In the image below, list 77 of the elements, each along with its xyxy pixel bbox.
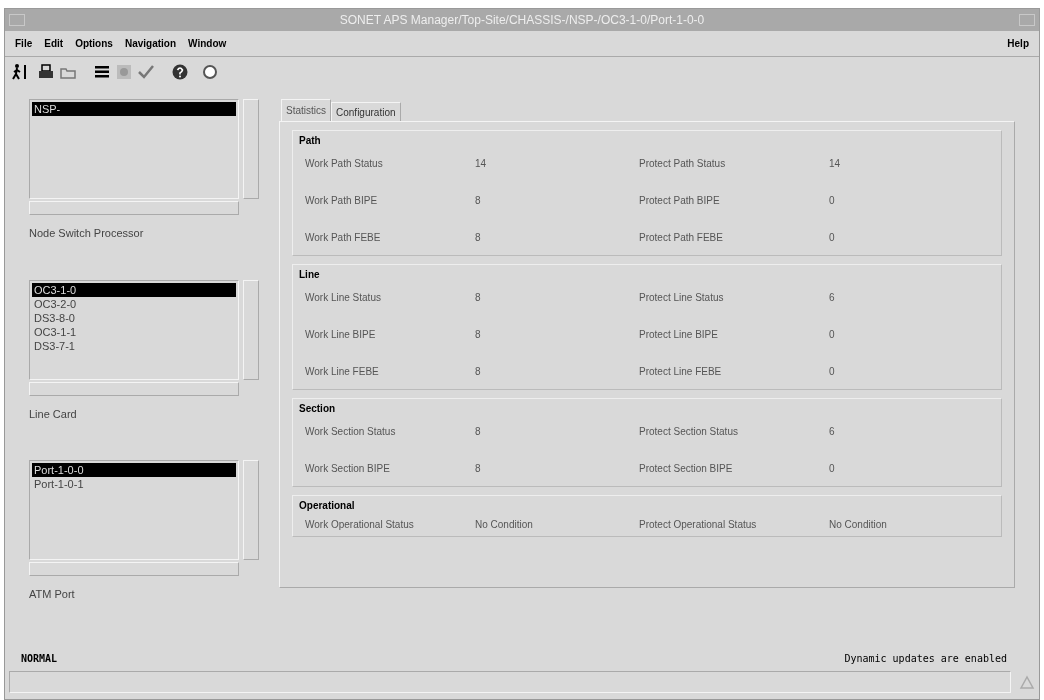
field-value: 0 [829,328,836,342]
field-label: Work Path FEBE [305,231,382,245]
status-mode: NORMAL [21,651,58,666]
list-item[interactable]: Port-1-0-1 [32,477,236,491]
field-label: Protect Path BIPE [639,194,721,208]
field-value: 0 [829,365,836,379]
refresh-icon[interactable] [201,63,219,81]
field-value: 8 [475,425,482,439]
field-value: No Condition [475,518,534,532]
field-label: Work Operational Status [305,518,415,532]
field-value: 8 [475,194,482,208]
list-item[interactable]: OC3-1-1 [32,324,236,339]
field-value: 0 [829,462,836,476]
tab[interactable]: Statistics [281,99,331,121]
field-label: Work Path BIPE [305,194,379,208]
field-value: 6 [829,425,836,439]
field-value: 8 [475,365,482,379]
field-label: Work Section Status [305,425,397,439]
resize-grip-icon[interactable] [1019,674,1035,690]
field-label: Work Section BIPE [305,462,391,476]
menu-item[interactable]: Edit [44,36,64,51]
field-value: 0 [829,194,836,208]
field-label: Protect Section Status [639,425,739,439]
menu-item[interactable]: Window [188,36,227,51]
horizontal-scrollbar[interactable] [29,381,239,396]
printer-icon[interactable] [37,63,55,81]
tab[interactable]: Configuration [331,102,401,121]
field-label: Protect Path FEBE [639,231,724,245]
field-value: 0 [829,231,836,245]
help-menu[interactable]: Help [1007,36,1029,51]
vertical-scrollbar[interactable] [243,99,259,199]
field-label: Work Line FEBE [305,365,380,379]
list-item[interactable]: DS3-7-1 [32,338,236,353]
field-value: 6 [829,291,836,305]
help-icon[interactable] [171,63,189,81]
vertical-scrollbar[interactable] [243,279,259,380]
maximize-button[interactable] [1019,14,1035,26]
list-caption: ATM Port [29,587,76,602]
checkmark-icon[interactable] [137,63,155,81]
window-menu-button[interactable] [9,14,25,26]
field-value: 8 [475,231,482,245]
field-value: No Condition [829,518,888,532]
field-label: Work Line BIPE [305,328,377,342]
field-label: Protect Operational Status [639,518,758,532]
menu-item[interactable]: File [15,36,33,51]
field-label: Protect Section BIPE [639,462,734,476]
window-title: SONET APS Manager/Top-Site/CHASSIS-/NSP-/OC3-1-0/Port-1-0-0 [338,12,706,29]
horizontal-scrollbar[interactable] [29,562,239,576]
walking-person-icon[interactable] [11,63,29,81]
field-value: 14 [475,157,488,171]
field-label: Protect Path Status [639,157,727,171]
field-label: Protect Line Status [639,291,725,305]
section-title: Section [299,402,337,416]
horizontal-scrollbar[interactable] [29,201,239,215]
field-value: 8 [475,291,482,305]
list-item[interactable]: NSP- [32,102,236,116]
status-message: Dynamic updates are enabled [844,651,1007,666]
list-item[interactable]: Port-1-0-0 [32,463,236,477]
menu-item[interactable]: Options [75,36,113,51]
field-value: 8 [475,462,482,476]
section-title: Line [299,268,321,282]
field-label: Protect Line FEBE [639,365,723,379]
list-item[interactable]: DS3-8-0 [32,310,236,325]
section-title: Path [299,134,322,148]
field-label: Work Line Status [305,291,382,305]
list-icon[interactable] [93,63,111,81]
list-caption: Node Switch Processor [29,226,145,241]
vertical-scrollbar[interactable] [243,460,259,560]
list-caption: Line Card [29,406,78,422]
field-label: Protect Line BIPE [639,328,719,342]
menu-item[interactable]: Navigation [124,36,177,51]
field-value: 8 [475,328,482,342]
field-label: Work Path Status [305,157,384,171]
list-item[interactable]: OC3-2-0 [32,296,236,311]
section-title: Operational [299,499,356,513]
list-item[interactable]: OC3-1-0 [32,282,236,297]
field-value: 14 [829,157,842,171]
